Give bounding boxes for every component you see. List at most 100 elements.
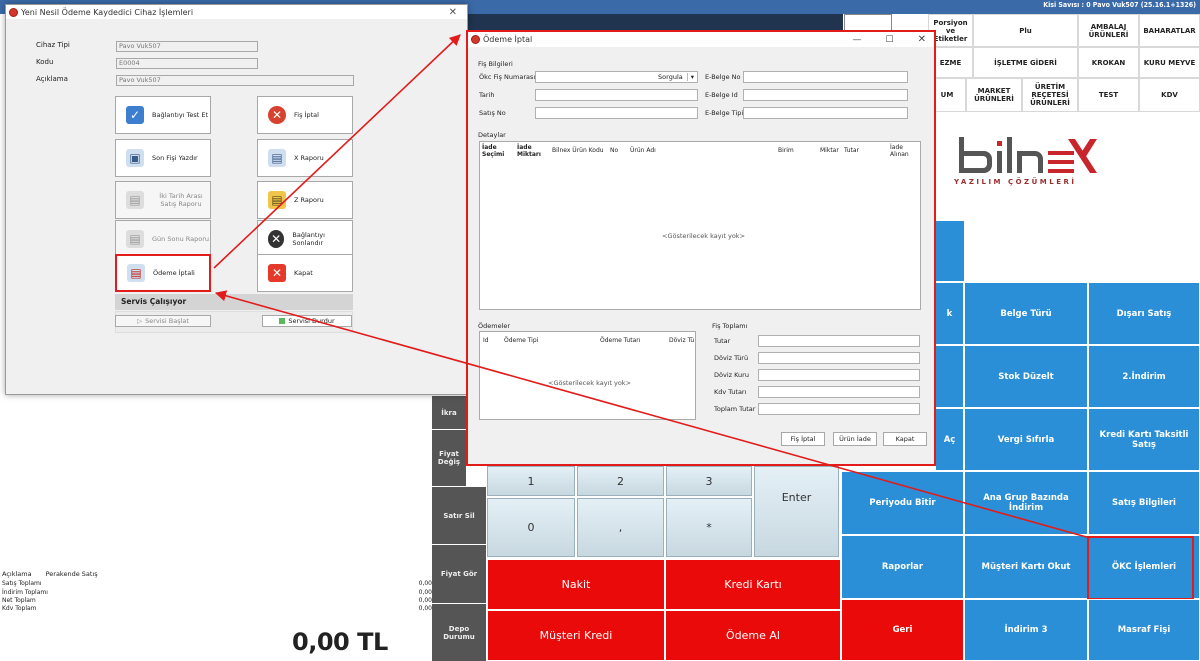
key-comma[interactable]: , bbox=[577, 498, 664, 557]
blue-button-k[interactable]: k bbox=[935, 282, 964, 345]
close-icon[interactable]: ✕ bbox=[918, 34, 926, 45]
odeme-iptal-dialog: Ödeme İptal — ☐ ✕ Fiş Bilgileri Ökc Fiş … bbox=[466, 30, 936, 466]
ana-grup-indirim-button[interactable]: Ana Grup Bazında İndirim bbox=[964, 471, 1088, 535]
side-button-ikra[interactable]: İkra bbox=[432, 395, 466, 429]
detaylar-grid[interactable]: İade Seçimi İade Miktarı Bilnex Ürün Kod… bbox=[479, 141, 921, 310]
fis-toplami-label: Fiş Toplamı bbox=[712, 322, 748, 330]
category-kuru-meyve[interactable]: KURU MEYVE bbox=[1139, 47, 1200, 78]
key-2[interactable]: 2 bbox=[577, 466, 664, 496]
tarih-label: Tarih bbox=[479, 91, 495, 99]
kapat-button[interactable]: ✕ Kapat bbox=[257, 254, 353, 292]
key-0[interactable]: 0 bbox=[487, 498, 575, 557]
col-id: Id bbox=[483, 337, 489, 344]
ebelge-tipi-input[interactable] bbox=[743, 107, 908, 119]
key-1[interactable]: 1 bbox=[487, 466, 575, 496]
servisi-baslat-button[interactable]: ▷ Servisi Başlat bbox=[115, 315, 211, 327]
disconnect-icon: ✕ bbox=[268, 230, 285, 248]
key-star[interactable]: * bbox=[666, 498, 752, 557]
odeme-al-button[interactable]: Ödeme Al bbox=[665, 610, 841, 661]
satis-no-input[interactable] bbox=[535, 107, 698, 119]
odemeler-label: Ödemeler bbox=[478, 322, 511, 330]
baglanti-sonlandir-button[interactable]: ✕ Bağlantıyı Sonlandır bbox=[257, 220, 353, 258]
app-icon bbox=[471, 35, 480, 44]
disari-satis-button[interactable]: Dışarı Satış bbox=[1088, 282, 1200, 345]
grand-total: 0,00 TL bbox=[292, 628, 388, 656]
geri-button[interactable]: Geri bbox=[841, 599, 964, 661]
col-odeme-tipi: Ödeme Tipi bbox=[504, 337, 539, 344]
category-plu[interactable]: Plu bbox=[973, 14, 1078, 47]
printer-icon: ▣ bbox=[126, 149, 144, 167]
blue-blank-button-2[interactable] bbox=[935, 345, 964, 408]
indirim-3-button[interactable]: İndirim 3 bbox=[964, 599, 1088, 661]
kapat-button[interactable]: Kapat bbox=[883, 432, 927, 446]
blue-blank-button[interactable] bbox=[935, 220, 965, 282]
cancel-icon: ✕ bbox=[268, 106, 286, 124]
z-raporu-button[interactable]: ▤ Z Raporu bbox=[257, 181, 353, 219]
category-baharatlar[interactable]: BAHARATLAR bbox=[1139, 14, 1200, 47]
fiyat-degis-button[interactable]: Fiyat Değiş bbox=[432, 429, 466, 486]
close-icon[interactable]: ✕ bbox=[449, 7, 457, 18]
toplam-tutar-input[interactable] bbox=[758, 403, 920, 415]
doviz-turu-input[interactable] bbox=[758, 352, 920, 364]
category-uretim-recetesi[interactable]: ÜRETİM REÇETESİ ÜRÜNLERİ bbox=[1022, 78, 1078, 112]
ikinci-indirim-button[interactable]: 2.İndirim bbox=[1088, 345, 1200, 408]
aciklama-field[interactable]: Pavo Vuk507 bbox=[116, 75, 354, 86]
stok-duzelt-button[interactable]: Stok Düzelt bbox=[964, 345, 1088, 408]
category-market-urunleri[interactable]: MARKET ÜRÜNLERİ bbox=[966, 78, 1022, 112]
cihaz-tipi-field[interactable]: Pavo Vuk507 bbox=[116, 41, 258, 52]
col-miktar: Miktar bbox=[820, 147, 839, 154]
masraf-fisi-button[interactable]: Masraf Fişi bbox=[1088, 599, 1200, 661]
empty-message: <Gösterilecek kayıt yok> bbox=[548, 379, 632, 387]
category-kdv[interactable]: KDV bbox=[1139, 78, 1200, 112]
blue-button-ac[interactable]: Aç bbox=[935, 408, 964, 471]
son-fisi-yazdir-button[interactable]: ▣ Son Fişi Yazdır bbox=[115, 139, 211, 177]
servisi-durdur-button[interactable]: Servisi Durdur bbox=[262, 315, 352, 327]
belge-turu-button[interactable]: Belge Türü bbox=[964, 282, 1088, 345]
key-3[interactable]: 3 bbox=[666, 466, 752, 496]
vergi-sifirla-button[interactable]: Vergi Sıfırla bbox=[964, 408, 1088, 471]
x-raporu-button[interactable]: ▤ X Raporu bbox=[257, 139, 353, 177]
close-icon: ✕ bbox=[268, 264, 286, 282]
tarih-input[interactable] bbox=[535, 89, 698, 101]
col-doviz: Döviz Tü bbox=[669, 337, 695, 344]
summary-row: Satış Toplamı 0,00 bbox=[2, 580, 432, 587]
okc-fis-input[interactable]: Sorgula ▾ bbox=[535, 71, 698, 83]
fis-bilgileri-label: Fiş Bilgileri bbox=[478, 60, 513, 68]
fiyat-gor-button[interactable]: Fiyat Gör bbox=[432, 544, 486, 603]
category-isletme-gideri[interactable]: İŞLETME GİDERİ bbox=[973, 47, 1078, 78]
category-ambalaj[interactable]: AMBALAJ ÜRÜNLERİ bbox=[1078, 14, 1139, 47]
key-enter[interactable]: Enter bbox=[754, 466, 839, 557]
odeme-iptali-button[interactable]: ▤ Ödeme İptali bbox=[115, 254, 211, 292]
kodu-field[interactable]: E0004 bbox=[116, 58, 258, 69]
kredi-karti-taksitli-button[interactable]: Kredi Kartı Taksitli Satış bbox=[1088, 408, 1200, 471]
maximize-icon[interactable]: ☐ bbox=[886, 35, 894, 45]
gun-sonu-raporu-button[interactable]: ▤ Gün Sonu Raporu bbox=[115, 220, 211, 258]
doviz-kuru-input[interactable] bbox=[758, 369, 920, 381]
kredi-karti-button[interactable]: Kredi Kartı bbox=[665, 559, 841, 610]
kdv-tutari-input[interactable] bbox=[758, 386, 920, 398]
iki-tarih-raporu-button[interactable]: ▤ İki Tarih Arası Satış Raporu bbox=[115, 181, 211, 219]
depo-durumu-button[interactable]: Depo Durumu bbox=[432, 603, 486, 661]
satis-bilgileri-button[interactable]: Satış Bilgileri bbox=[1088, 471, 1200, 535]
tutar-input[interactable] bbox=[758, 335, 920, 347]
musteri-kredi-button[interactable]: Müşteri Kredi bbox=[487, 610, 665, 661]
empty-message: <Gösterilecek kayıt yok> bbox=[662, 232, 746, 240]
ebelge-id-input[interactable] bbox=[743, 89, 908, 101]
fis-iptal-button[interactable]: Fiş İptal bbox=[781, 432, 825, 446]
col-tutar: Tutar bbox=[844, 147, 860, 154]
nakit-button[interactable]: Nakit bbox=[487, 559, 665, 610]
urun-iade-button[interactable]: Ürün İade bbox=[833, 432, 877, 446]
raporlar-button[interactable]: Raporlar bbox=[841, 535, 964, 599]
category-test[interactable]: TEST bbox=[1078, 78, 1139, 112]
checkbox-icon: ✓ bbox=[126, 106, 144, 124]
ebelge-no-input[interactable] bbox=[743, 71, 908, 83]
baglanti-test-button[interactable]: ✓ Bağlantıyı Test Et bbox=[115, 96, 211, 134]
odemeler-grid[interactable]: Id Ödeme Tipi Ödeme Tutarı Döviz Tü <Gös… bbox=[479, 331, 696, 420]
satir-sil-button[interactable]: Satır Sil bbox=[432, 486, 486, 544]
minimize-icon[interactable]: — bbox=[853, 35, 862, 45]
category-krokan[interactable]: KROKAN bbox=[1078, 47, 1139, 78]
musteri-karti-okut-button[interactable]: Müşteri Kartı Okut bbox=[964, 535, 1088, 599]
periyodu-bitir-button[interactable]: Periyodu Bitir bbox=[841, 471, 964, 535]
fis-iptal-button[interactable]: ✕ Fiş İptal bbox=[257, 96, 353, 134]
chevron-down-icon[interactable]: ▾ bbox=[686, 73, 697, 81]
